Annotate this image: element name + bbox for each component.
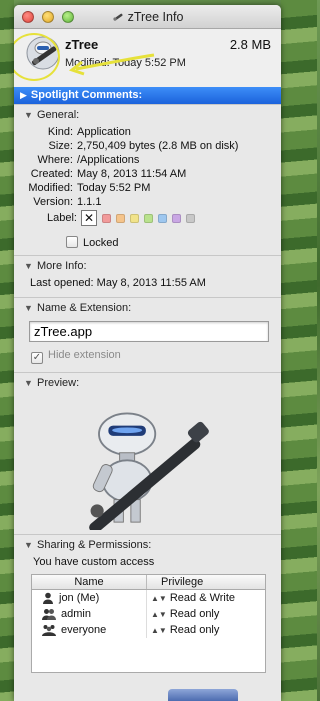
hide-extension-row: ✓ Hide extension (14, 342, 281, 372)
disclosure-down-icon[interactable]: ▼ (24, 535, 33, 555)
user-icon (43, 592, 53, 604)
col-privilege[interactable]: Privilege (147, 575, 265, 589)
general-section-header[interactable]: ▼ General: (14, 104, 281, 124)
highlight-circle (14, 33, 60, 81)
no-label-x-icon[interactable]: ✕ (81, 210, 97, 226)
hide-extension-checkbox[interactable]: ✓ (31, 352, 43, 364)
privilege-stepper-icon[interactable]: ▲▼ (151, 594, 167, 603)
kind-value: Application (77, 126, 131, 138)
group-privilege[interactable]: Read only (170, 608, 220, 620)
size-value: 2,750,409 bytes (2.8 MB on disk) (77, 140, 239, 152)
dock-item[interactable] (168, 689, 238, 701)
label-color-blue[interactable] (158, 213, 167, 223)
permissions-empty-area (32, 638, 265, 672)
everyone-icon (42, 625, 56, 636)
info-window: zTree Info zTree 2.8 MB Modified: Today … (14, 5, 281, 701)
where-value: /Applications (77, 154, 140, 166)
label-picker: Label: ✕ (14, 210, 281, 226)
last-opened: Last opened: May 8, 2013 11:55 AM (30, 277, 206, 289)
kind-key: Kind: (47, 126, 73, 138)
app-mini-icon (112, 13, 123, 21)
annotation-arrow-icon (68, 53, 155, 76)
permission-row[interactable]: admin ▲▼ Read only (32, 606, 265, 622)
label-color-red[interactable] (102, 213, 111, 223)
window-title-text: zTree Info (127, 10, 184, 24)
permission-row[interactable]: jon (Me) ▲▼ Read & Write (32, 590, 265, 606)
desktop-background-right (281, 0, 317, 701)
disclosure-down-icon[interactable]: ▼ (24, 298, 33, 318)
permissions-header: Name Privilege (32, 575, 265, 590)
label-color-yellow[interactable] (130, 213, 139, 223)
where-key: Where: (37, 154, 73, 166)
disclosure-down-icon[interactable]: ▼ (24, 256, 33, 276)
window-title: zTree Info (14, 10, 281, 24)
more-info-section-header[interactable]: ▼ More Info: (14, 255, 281, 275)
general-title: General: (37, 109, 80, 121)
privilege-stepper-icon[interactable]: ▲▼ (151, 626, 167, 635)
version-key: Version: (33, 196, 73, 208)
title-bar[interactable]: zTree Info (14, 5, 281, 29)
hide-extension-label: Hide extension (48, 349, 121, 361)
disclosure-down-icon[interactable]: ▼ (24, 373, 33, 393)
modified-key: Modified: (28, 182, 73, 194)
spotlight-label: Spotlight Comments: (30, 89, 143, 101)
group-icon (42, 609, 56, 620)
disclosure-down-icon[interactable]: ▼ (24, 105, 33, 125)
name-ext-title: Name & Extension: (37, 302, 132, 314)
everyone-name: everyone (61, 624, 107, 636)
permissions-table: Name Privilege jon (Me) ▲▼ Read & Write a… (31, 574, 266, 673)
automator-robot-icon (89, 412, 209, 530)
locked-row: Locked (14, 228, 281, 255)
sharing-title: Sharing & Permissions: (37, 539, 152, 551)
spotlight-comments-header[interactable]: ▶ Spotlight Comments: (14, 87, 281, 104)
desktop-background-left (0, 0, 14, 701)
user-privilege[interactable]: Read & Write (170, 592, 235, 604)
size-key: Size: (48, 140, 73, 152)
privilege-stepper-icon[interactable]: ▲▼ (151, 610, 167, 619)
filename-field[interactable] (29, 321, 269, 342)
label-key: Label: (47, 212, 77, 224)
sharing-section-header[interactable]: ▼ Sharing & Permissions: (14, 534, 281, 554)
preview-area (14, 392, 281, 534)
modified-value: Today 5:52 PM (77, 182, 151, 194)
version-value: 1.1.1 (77, 196, 102, 208)
permission-row[interactable]: everyone ▲▼ Read only (32, 622, 265, 638)
label-color-orange[interactable] (116, 213, 125, 223)
everyone-privilege[interactable]: Read only (170, 624, 220, 636)
app-size: 2.8 MB (229, 37, 271, 52)
info-header: zTree 2.8 MB Modified: Today 5:52 PM (14, 29, 281, 87)
locked-label: Locked (83, 237, 119, 249)
group-name: admin (61, 608, 91, 620)
preview-title: Preview: (37, 377, 80, 389)
created-value: May 8, 2013 11:54 AM (77, 168, 187, 180)
label-color-gray[interactable] (186, 213, 195, 223)
user-name: jon (Me) (59, 592, 100, 604)
general-info-grid: Kind: Application Size: 2,750,409 bytes (2… (14, 124, 281, 208)
name-extension-section-header[interactable]: ▼ Name & Extension: (14, 297, 281, 317)
more-info-title: More Info: (37, 260, 87, 272)
disclosure-triangle-icon[interactable]: ▶ (20, 87, 27, 104)
label-color-purple[interactable] (172, 213, 181, 223)
access-note: You have custom access (33, 556, 155, 568)
locked-checkbox[interactable] (66, 236, 78, 248)
preview-section-header[interactable]: ▼ Preview: (14, 372, 281, 392)
col-name[interactable]: Name (32, 575, 147, 589)
label-color-green[interactable] (144, 213, 153, 223)
created-key: Created: (30, 168, 73, 180)
